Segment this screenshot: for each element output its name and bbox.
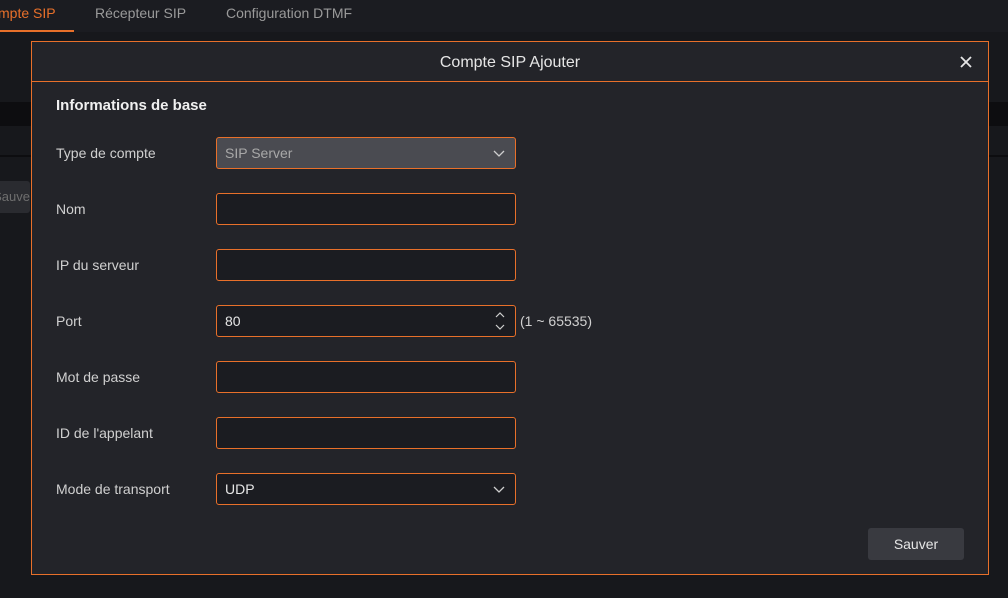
transport-mode-select[interactable]: UDP — [216, 473, 516, 505]
tab-sip-receiver[interactable]: Récepteur SIP — [95, 0, 186, 32]
tab-sip-account[interactable]: mpte SIP — [0, 0, 74, 32]
transport-mode-label: Mode de transport — [56, 481, 170, 497]
transport-mode-value: UDP — [225, 481, 255, 497]
tab-bar: mpte SIP Récepteur SIP Configuration DTM… — [0, 0, 1008, 32]
name-label: Nom — [56, 201, 86, 217]
dialog-header: Compte SIP Ajouter — [32, 42, 988, 82]
server-ip-label: IP du serveur — [56, 257, 140, 273]
section-title: Informations de base — [56, 97, 207, 114]
password-label: Mot de passe — [56, 369, 141, 385]
add-sip-account-dialog: Compte SIP Ajouter Informations de base … — [31, 41, 989, 575]
port-range-hint: (1 ~ 65535) — [520, 313, 592, 329]
background-save-button[interactable]: Sauve — [0, 181, 30, 213]
spinner-arrows-icon[interactable] — [495, 310, 505, 332]
account-type-select[interactable]: SIP Server — [216, 137, 516, 169]
chevron-down-icon — [493, 150, 505, 157]
tab-dtmf-configuration[interactable]: Configuration DTMF — [226, 0, 352, 32]
caller-id-label: ID de l'appelant — [56, 425, 153, 441]
save-button[interactable]: Sauver — [868, 528, 964, 560]
name-input[interactable] — [216, 193, 516, 225]
port-value: 80 — [225, 313, 241, 329]
chevron-down-icon — [493, 486, 505, 493]
port-stepper[interactable]: 80 — [216, 305, 516, 337]
password-input[interactable] — [216, 361, 516, 393]
caller-id-input[interactable] — [216, 417, 516, 449]
dialog-title: Compte SIP Ajouter — [439, 54, 581, 71]
account-type-value: SIP Server — [225, 145, 293, 161]
account-type-label: Type de compte — [56, 145, 156, 161]
port-label: Port — [56, 313, 82, 329]
close-icon[interactable] — [958, 54, 974, 70]
server-ip-input[interactable] — [216, 249, 516, 281]
